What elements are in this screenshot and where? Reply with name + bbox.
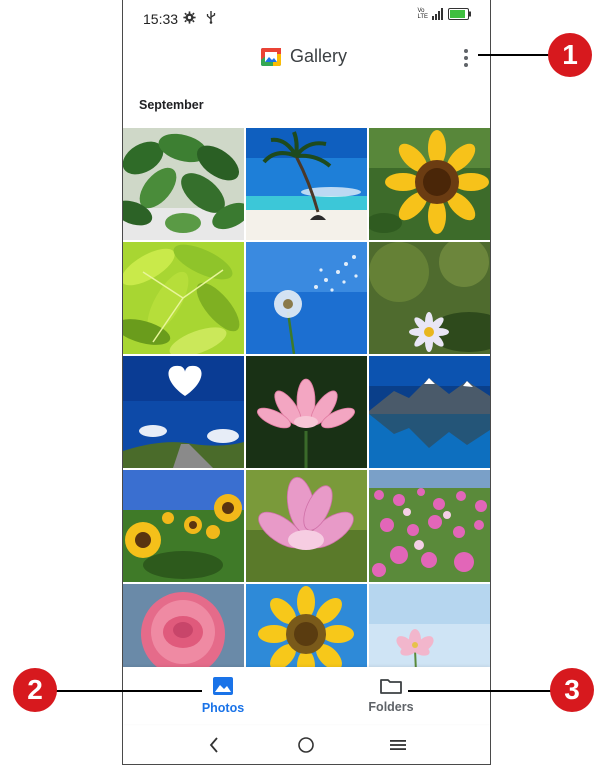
pink-lotus-image — [246, 356, 367, 468]
more-options-button[interactable] — [459, 46, 473, 70]
mountain-lake-image — [369, 356, 490, 468]
status-notification-icons — [183, 10, 216, 25]
photo-thumbnail[interactable] — [369, 470, 490, 582]
heart-cloud-image — [123, 356, 244, 468]
usb-icon — [206, 11, 215, 24]
app-bar: Gallery — [123, 34, 490, 80]
photo-thumbnail[interactable] — [123, 242, 244, 354]
status-time: 15:33 — [143, 11, 179, 27]
tab-folders[interactable]: Folders — [331, 667, 451, 724]
gallery-logo-icon — [261, 48, 281, 66]
callout-badge-2: 2 — [13, 668, 57, 712]
status-bar: 15:33 Vo LTE — [123, 0, 490, 34]
photo-thumbnail[interactable] — [246, 242, 367, 354]
sunflower-field-image — [123, 470, 244, 582]
system-status-icons: Vo LTE — [417, 8, 472, 20]
sunflower-image — [369, 128, 490, 240]
photo-thumbnail[interactable] — [123, 470, 244, 582]
cosmos-field-image — [369, 470, 490, 582]
callout-line-1 — [478, 54, 558, 56]
photo-thumbnail[interactable] — [246, 356, 367, 468]
home-button[interactable] — [291, 732, 321, 758]
photo-thumbnail[interactable] — [123, 128, 244, 240]
photo-thumbnail[interactable] — [123, 356, 244, 468]
callout-line-2 — [48, 690, 202, 692]
tab-photos[interactable]: Photos — [163, 667, 283, 724]
photo-thumbnail[interactable] — [246, 128, 367, 240]
month-header: September — [139, 98, 204, 112]
system-navigation-bar — [123, 724, 490, 764]
green-leaves-image — [123, 242, 244, 354]
callout-badge-3: 3 — [550, 668, 594, 712]
recents-button[interactable] — [383, 732, 413, 758]
more-vert-icon — [464, 49, 468, 53]
photo-thumbnail[interactable] — [369, 356, 490, 468]
callout-badge-1: 1 — [548, 33, 592, 77]
daisy-image — [369, 242, 490, 354]
photo-thumbnail[interactable] — [246, 470, 367, 582]
callout-line-3 — [408, 690, 560, 692]
green-plant-image — [123, 128, 244, 240]
phone-screen: 15:33 Vo LTE Gallery September Photos Fo… — [122, 0, 491, 765]
bottom-navigation: Photos Folders — [123, 667, 490, 724]
palm-beach-image — [246, 128, 367, 240]
recents-icon — [390, 740, 406, 750]
app-title: Gallery — [290, 46, 348, 66]
photos-icon — [213, 676, 233, 695]
photo-thumbnail[interactable] — [369, 128, 490, 240]
battery-icon — [448, 8, 471, 20]
photo-grid — [123, 128, 490, 696]
gear-icon — [183, 11, 196, 24]
photo-thumbnail[interactable] — [369, 242, 490, 354]
tab-folders-label: Folders — [368, 699, 414, 714]
magnolia-image — [246, 470, 367, 582]
lte-label: LTE — [417, 14, 428, 20]
folder-icon — [380, 678, 402, 694]
back-icon — [209, 737, 218, 753]
tab-photos-label: Photos — [201, 700, 245, 715]
home-icon — [298, 737, 314, 753]
back-button[interactable] — [199, 732, 229, 758]
dandelion-image — [246, 242, 367, 354]
signal-icon — [432, 8, 443, 20]
